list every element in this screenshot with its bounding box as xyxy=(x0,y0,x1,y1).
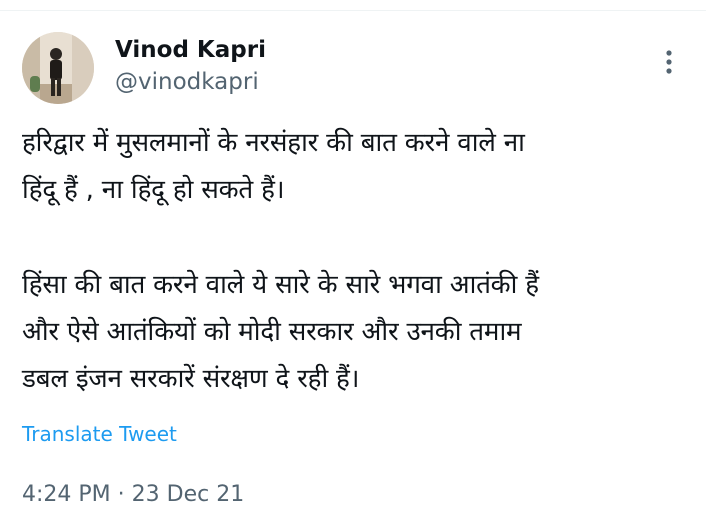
author-display-name[interactable]: Vinod Kapri xyxy=(115,36,266,64)
top-divider xyxy=(0,10,706,11)
meta-separator: · xyxy=(117,482,125,507)
translate-tweet-link[interactable]: Translate Tweet xyxy=(22,420,177,448)
tweet-date: 23 Dec 21 xyxy=(131,482,245,507)
avatar[interactable] xyxy=(22,32,94,104)
tweet-time: 4:24 PM xyxy=(22,482,111,507)
tweet-line: हरिद्वार में मुसलमानों के नरसंहार की बात… xyxy=(22,128,525,158)
tweet-line: और ऐसे आतंकियों को मोदी सरकार और उनकी तम… xyxy=(22,317,522,347)
tweet-line: डबल इंजन सरकारें संरक्षण दे रही हैं। xyxy=(22,364,360,394)
profile-photo-icon xyxy=(22,32,94,104)
more-vertical-icon[interactable] xyxy=(655,48,683,76)
tweet-text: हरिद्वार में मुसलमानों के नरसंहार की बात… xyxy=(22,120,692,403)
tweet-line: हिंसा की बात करने वाले ये सारे के सारे भ… xyxy=(22,270,539,300)
author-handle[interactable]: @vinodkapri xyxy=(115,68,259,96)
tweet-line: हिंदू हैं , ना हिंदू हो सकते हैं। xyxy=(22,175,285,205)
tweet-timestamp[interactable]: 4:24 PM · 23 Dec 21 xyxy=(22,480,244,510)
